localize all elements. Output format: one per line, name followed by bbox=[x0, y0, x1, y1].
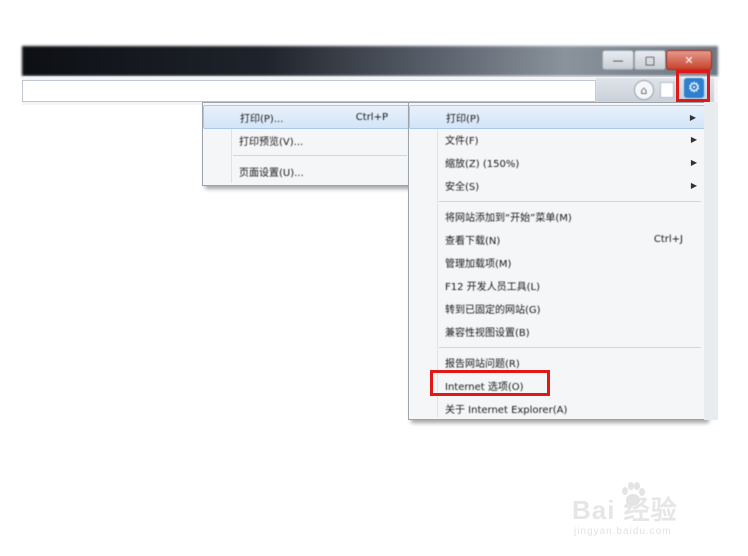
menu-item-label: 管理加载项(M) bbox=[445, 258, 512, 270]
minimize-icon: — bbox=[612, 53, 624, 67]
menu-item-label: 安全(S) bbox=[445, 181, 480, 193]
home-button[interactable]: ⌂ bbox=[634, 80, 654, 100]
menu-item-add-to-start[interactable]: 将网站添加到“开始”菜单(M) bbox=[409, 205, 705, 227]
menu-item-label: 缩放(Z) (150%) bbox=[445, 158, 520, 170]
menu-item-label: 将网站添加到“开始”菜单(M) bbox=[445, 212, 572, 224]
submenu-arrow-icon: ▶ bbox=[689, 112, 696, 122]
submenu-item-print[interactable]: 打印(P)... Ctrl+P bbox=[203, 105, 411, 129]
maximize-icon: □ bbox=[644, 53, 656, 67]
menu-item-about-ie[interactable]: 关于 Internet Explorer(A) bbox=[409, 397, 705, 419]
menu-item-manage-addons[interactable]: 管理加载项(M) bbox=[409, 251, 705, 273]
submenu-item-shortcut: Ctrl+P bbox=[355, 111, 388, 123]
close-button[interactable]: ✕ bbox=[666, 50, 712, 70]
watermark-url: jingyan.baidu.com bbox=[574, 526, 672, 537]
paw-icon bbox=[622, 482, 645, 506]
menu-separator bbox=[439, 201, 701, 202]
window-right-edge bbox=[704, 102, 718, 420]
menu-item-zoom[interactable]: 缩放(Z) (150%) ▶ bbox=[409, 151, 705, 173]
submenu-item-label: 打印预览(V)... bbox=[239, 136, 304, 148]
menu-item-safety[interactable]: 安全(S) ▶ bbox=[409, 174, 705, 196]
print-submenu: 打印(P)... Ctrl+P 打印预览(V)... 页面设置(U)... bbox=[202, 102, 412, 186]
internet-options-highlight-box bbox=[430, 370, 550, 396]
menu-item-view-downloads[interactable]: 查看下载(N) Ctrl+J bbox=[409, 228, 705, 250]
favorites-button[interactable] bbox=[660, 82, 674, 98]
menu-item-label: 查看下载(N) bbox=[445, 235, 501, 247]
address-input[interactable] bbox=[22, 80, 596, 102]
menu-item-label: 打印(P) bbox=[446, 113, 480, 125]
submenu-item-page-setup[interactable]: 页面设置(U)... bbox=[203, 160, 411, 182]
menu-item-file[interactable]: 文件(F) ▶ bbox=[409, 128, 705, 150]
menu-separator bbox=[439, 347, 701, 348]
gear-highlight-box bbox=[676, 70, 710, 102]
minimize-button[interactable]: — bbox=[602, 50, 634, 70]
submenu-arrow-icon: ▶ bbox=[690, 180, 697, 190]
submenu-arrow-icon: ▶ bbox=[690, 134, 697, 144]
menu-item-label: 关于 Internet Explorer(A) bbox=[445, 404, 568, 416]
submenu-item-label: 页面设置(U)... bbox=[239, 167, 304, 179]
menu-item-compat-view[interactable]: 兼容性视图设置(B) bbox=[409, 320, 705, 342]
menu-item-label: 兼容性视图设置(B) bbox=[445, 327, 530, 339]
submenu-arrow-icon: ▶ bbox=[690, 157, 697, 167]
menu-item-label: 文件(F) bbox=[445, 135, 479, 147]
close-icon: ✕ bbox=[684, 53, 694, 67]
menu-item-print[interactable]: 打印(P) ▶ bbox=[409, 105, 705, 129]
menu-separator bbox=[233, 155, 407, 156]
menu-item-label: 报告网站问题(R) bbox=[445, 358, 520, 370]
menu-item-label: F12 开发人员工具(L) bbox=[445, 281, 541, 293]
submenu-item-label: 打印(P)... bbox=[240, 113, 284, 125]
submenu-item-print-preview[interactable]: 打印预览(V)... bbox=[203, 129, 411, 151]
menu-item-label: 转到已固定的网站(G) bbox=[445, 304, 541, 316]
menu-item-shortcut: Ctrl+J bbox=[653, 233, 683, 245]
maximize-button[interactable]: □ bbox=[634, 50, 666, 70]
baidu-watermark: Bai 经验 jingyan.baidu.com bbox=[572, 476, 722, 546]
home-icon: ⌂ bbox=[640, 83, 648, 97]
menu-item-pinned-sites[interactable]: 转到已固定的网站(G) bbox=[409, 297, 705, 319]
window-controls: — □ ✕ bbox=[602, 50, 714, 70]
menu-item-f12-tools[interactable]: F12 开发人员工具(L) bbox=[409, 274, 705, 296]
